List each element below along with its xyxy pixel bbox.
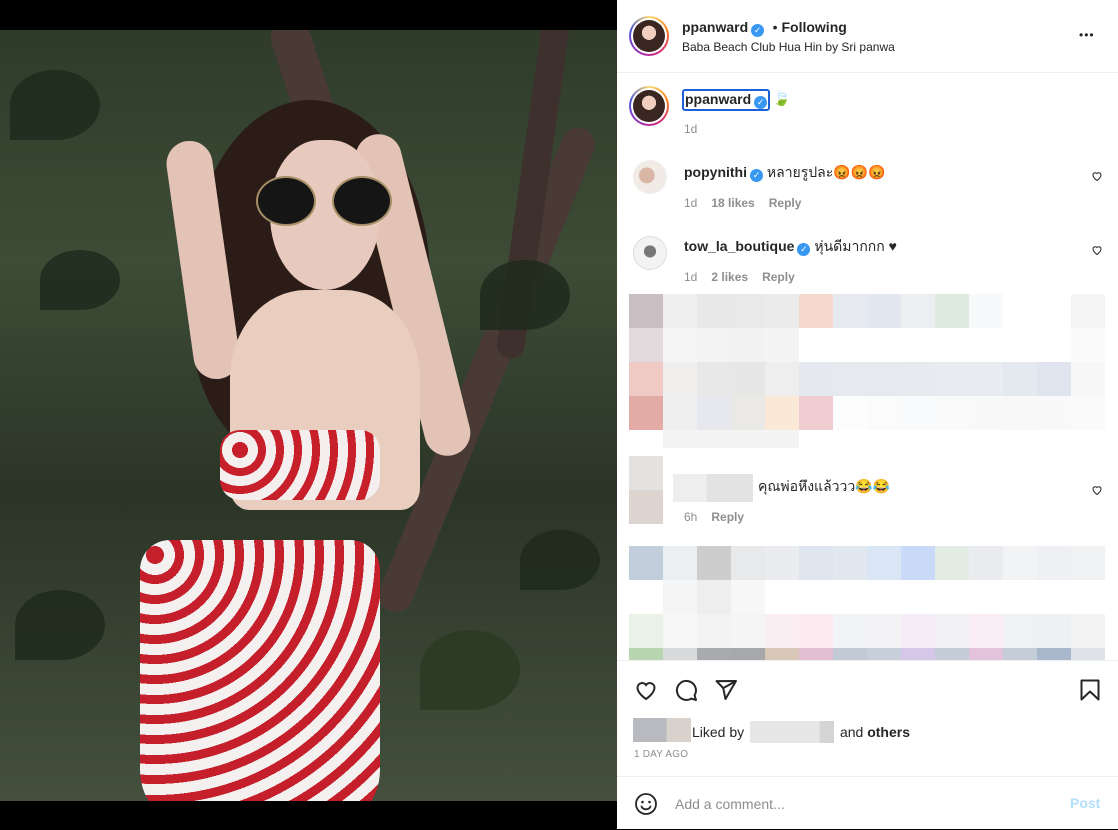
add-comment-input[interactable] [673,793,1057,815]
comment-row: tow_la_boutique ✓ หุ่นดีมากกก ♥ 1d 2 likes… [617,232,1118,292]
redacted-avatar [629,456,663,490]
comment-likes-count[interactable]: 18 likes [711,196,754,210]
more-options-icon[interactable]: ••• [1079,28,1095,42]
verified-icon: ✓ [751,24,765,37]
comment-icon[interactable] [674,678,698,702]
comment-like-icon[interactable] [1091,484,1103,496]
post-actions: Liked by and others 1 DAY AGO [617,660,1118,777]
comment-content: tow_la_boutique ✓ หุ่นดีมากกก ♥ [684,236,897,258]
caption-row: ppanward ✓ 🍃 1d [617,84,1118,144]
photo-leaf [15,590,105,660]
comment-row: popynithi ✓ หลายรูปละ😡😡😡 1d 18 likes Reply [617,158,1118,218]
verified-icon: ✓ [750,169,763,182]
verified-icon: ✓ [754,96,768,109]
post-location[interactable]: Baba Beach Club Hua Hin by Sri panwa [682,40,895,54]
post-media-area [0,0,617,829]
post-comment-button[interactable]: Post [1070,795,1100,811]
separator-dot: • [772,19,778,35]
redacted-username [673,474,753,502]
comment-row: คุณพ่อหึงแล้ววว😂😂 6h Reply [617,456,1118,526]
comment-likes-count[interactable]: 2 likes [711,270,748,284]
liked-by-redacted-user[interactable] [750,721,835,743]
comment-meta: 1d 2 likes Reply [684,270,795,284]
photo-leaf [520,530,600,590]
post-side-panel: ppanward ✓ • Following Baba Beach Club Hua… [617,0,1118,829]
post-timestamp[interactable]: 1 DAY AGO [634,749,688,760]
commenter-avatar[interactable] [633,236,667,270]
photo-leaf [10,70,100,140]
commenter-avatar[interactable] [633,160,667,194]
post-header: ppanward ✓ • Following Baba Beach Club Hua… [617,0,1118,73]
comment-text: หลายรูปละ😡😡😡 [766,164,886,180]
following-button[interactable]: Following [781,19,846,35]
like-icon[interactable] [634,678,658,702]
liked-by-line: Liked by and others [692,721,910,743]
commenter-username[interactable]: tow_la_boutique [684,238,794,254]
photo-leaf [40,250,120,310]
comment-like-icon[interactable] [1091,244,1103,256]
comment-text: คุณพ่อหึงแล้ววว😂😂 [758,478,891,494]
comment-meta: 1d 18 likes Reply [684,196,801,210]
share-icon[interactable] [714,678,738,702]
liked-by-and: and [839,724,864,740]
post-photo[interactable] [0,30,617,801]
comment-reply-button[interactable]: Reply [762,270,795,284]
liked-by-prefix: Liked by [692,724,745,740]
redacted-comment-block [629,546,1105,660]
header-author-line: ppanward ✓ • Following [682,19,847,37]
caption-time[interactable]: 1d [684,122,697,136]
verified-icon: ✓ [797,243,811,256]
photo-sunglasses [256,176,396,226]
commenter-username[interactable]: popynithi [684,164,747,180]
comment-time[interactable]: 1d [684,270,697,284]
emoji-icon[interactable] [634,792,658,816]
comment-time[interactable]: 1d [684,196,697,210]
comment-text: หุ่นดีมากกก ♥ [814,238,897,254]
comment-time[interactable]: 6h [684,510,697,524]
redacted-avatar [629,490,663,524]
liked-by-others[interactable]: others [867,724,910,740]
liked-by-redacted-avatars [633,718,691,742]
photo-swimsuit-top [220,430,380,500]
caption-author-focus[interactable]: ppanward ✓ [682,89,771,111]
redacted-comment-block [629,294,1105,430]
photo-swimsuit-bottom [140,540,380,801]
add-comment-bar: Post [617,776,1118,830]
caption-author-avatar[interactable] [629,86,669,126]
photo-person [120,100,500,801]
author-username[interactable]: ppanward [682,19,748,35]
comment-meta: 6h Reply [684,510,744,524]
comment-reply-button[interactable]: Reply [711,510,744,524]
comment-content: popynithi ✓ หลายรูปละ😡😡😡 [684,162,886,184]
redacted-meta-bar [663,430,799,448]
author-avatar[interactable] [629,16,669,56]
comment-like-icon[interactable] [1091,170,1103,182]
save-icon[interactable] [1079,678,1101,702]
caption-author-username[interactable]: ppanward [685,91,751,107]
caption-text: 🍃 [772,90,791,107]
comment-reply-button[interactable]: Reply [769,196,802,210]
